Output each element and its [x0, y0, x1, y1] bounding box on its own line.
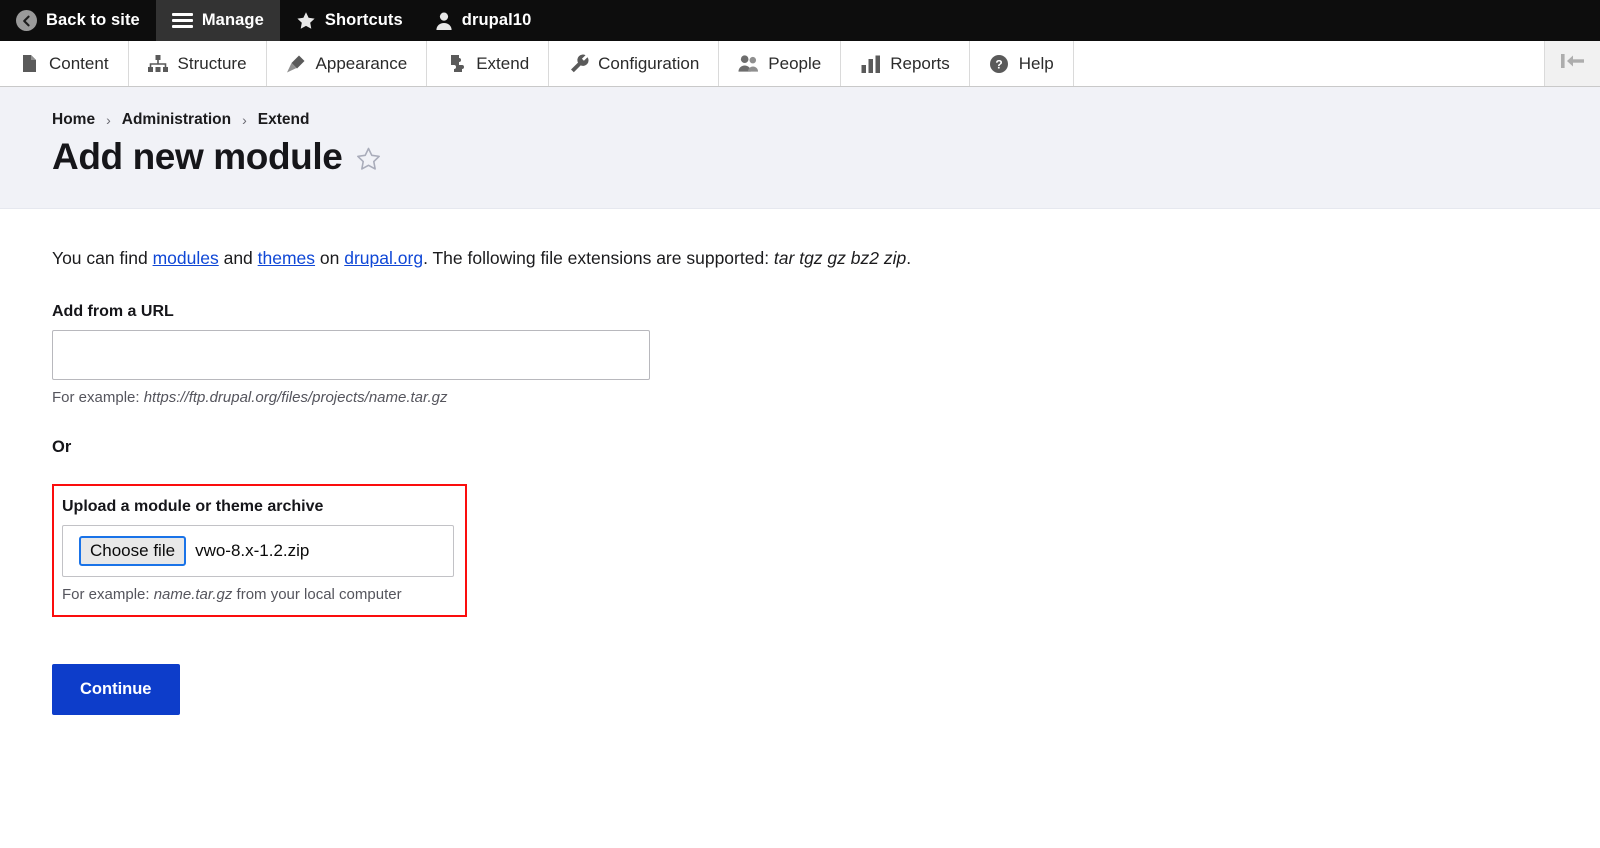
menu-item-content[interactable]: Content — [0, 41, 129, 86]
intro-part-4: . The following file extensions are supp… — [423, 247, 774, 268]
people-icon — [738, 53, 759, 74]
user-account-label: drupal10 — [461, 11, 532, 29]
intro-part-3: on — [315, 247, 345, 268]
selected-file-name: vwo-8.x-1.2.zip — [195, 541, 310, 561]
upload-field-description: For example: name.tar.gz from your local… — [62, 586, 451, 603]
menu-item-configuration[interactable]: Configuration — [549, 41, 720, 86]
document-icon — [19, 53, 40, 74]
breadcrumb-item-administration[interactable]: Administration — [122, 111, 231, 129]
breadcrumb-separator: › — [106, 112, 111, 128]
file-input[interactable]: Choose file vwo-8.x-1.2.zip — [62, 525, 454, 578]
url-desc-example: https://ftp.drupal.org/files/projects/na… — [143, 389, 448, 407]
wrench-icon — [568, 53, 589, 74]
svg-text:?: ? — [996, 57, 1003, 71]
toolbar-orientation-icon — [1560, 52, 1586, 75]
url-input[interactable] — [52, 330, 650, 381]
drupal-org-link[interactable]: drupal.org — [344, 248, 423, 268]
menu-item-structure-label: Structure — [177, 53, 247, 73]
modules-link[interactable]: modules — [153, 248, 219, 268]
breadcrumb-item-extend[interactable]: Extend — [258, 111, 310, 129]
browser-page: Back to site Manage Shortcuts drupal10 C… — [0, 0, 1600, 848]
question-mark-icon: ? — [989, 53, 1010, 74]
menu-item-appearance-label: Appearance — [315, 53, 408, 73]
back-to-site-button[interactable]: Back to site — [0, 0, 156, 41]
url-field-description: For example: https://ftp.drupal.org/file… — [52, 389, 1600, 406]
back-to-site-label: Back to site — [46, 11, 140, 29]
menu-item-people-label: People — [768, 53, 822, 73]
menu-item-appearance[interactable]: Appearance — [267, 41, 428, 86]
page-header: Home › Administration › Extend Add new m… — [0, 87, 1600, 209]
admin-menu-filler — [1074, 41, 1545, 86]
breadcrumb-separator: › — [242, 112, 247, 128]
breadcrumb: Home › Administration › Extend — [52, 111, 1600, 129]
url-field-label: Add from a URL — [52, 303, 174, 321]
intro-part-2: and — [218, 247, 258, 268]
admin-menu-bar: Content Structure Appearance Extend Conf — [0, 41, 1600, 87]
breadcrumb-item-home[interactable]: Home — [52, 111, 95, 129]
menu-item-content-label: Content — [49, 53, 109, 73]
menu-item-extend[interactable]: Extend — [427, 41, 550, 86]
upload-field-label: Upload a module or theme archive — [62, 498, 324, 516]
menu-item-extend-label: Extend — [476, 53, 530, 73]
url-desc-prefix: For example: — [52, 389, 144, 407]
menu-item-configuration-label: Configuration — [598, 53, 700, 73]
menu-item-reports-label: Reports — [890, 53, 950, 73]
upload-field-group: Upload a module or theme archive Choose … — [52, 484, 467, 618]
url-field-group: Add from a URL For example: https://ftp.… — [52, 303, 1600, 406]
manage-label: Manage — [201, 11, 264, 29]
upload-desc-prefix: For example: — [62, 586, 154, 604]
user-account-tab[interactable]: drupal10 — [419, 0, 548, 41]
supported-extensions: tar tgz gz bz2 zip — [773, 247, 907, 268]
bar-chart-icon — [860, 53, 881, 74]
or-separator-label: Or — [52, 438, 72, 457]
menu-item-structure[interactable]: Structure — [129, 41, 267, 86]
toolbar-orientation-toggle[interactable] — [1545, 41, 1600, 86]
menu-item-help[interactable]: ? Help — [970, 41, 1074, 86]
intro-part-1: You can find — [52, 247, 153, 268]
page-title-row: Add new module — [52, 136, 1600, 178]
upload-desc-example: name.tar.gz — [153, 586, 233, 604]
upload-desc-suffix: from your local computer — [232, 586, 402, 604]
hamburger-icon — [171, 12, 193, 29]
puzzle-piece-icon — [446, 53, 467, 74]
page-title: Add new module — [52, 136, 343, 177]
intro-text: You can find modules and themes on drupa… — [52, 246, 1600, 271]
themes-link[interactable]: themes — [258, 248, 315, 268]
continue-button[interactable]: Continue — [52, 664, 180, 716]
star-icon — [296, 11, 316, 31]
admin-toolbar-top: Back to site Manage Shortcuts drupal10 — [0, 0, 1600, 41]
user-icon — [435, 11, 453, 31]
sitemap-icon — [148, 53, 169, 74]
choose-file-button[interactable]: Choose file — [79, 535, 187, 567]
menu-item-people[interactable]: People — [719, 41, 842, 86]
manage-tab[interactable]: Manage — [155, 0, 280, 41]
shortcuts-label: Shortcuts — [324, 11, 403, 29]
star-outline-icon[interactable] — [355, 146, 382, 173]
paintbrush-icon — [286, 53, 307, 74]
main-content: You can find modules and themes on drupa… — [0, 209, 1600, 716]
back-circle-icon — [16, 10, 37, 31]
intro-part-5: . — [906, 247, 912, 268]
shortcuts-tab[interactable]: Shortcuts — [280, 0, 419, 41]
menu-item-reports[interactable]: Reports — [841, 41, 970, 86]
menu-item-help-label: Help — [1018, 53, 1054, 73]
